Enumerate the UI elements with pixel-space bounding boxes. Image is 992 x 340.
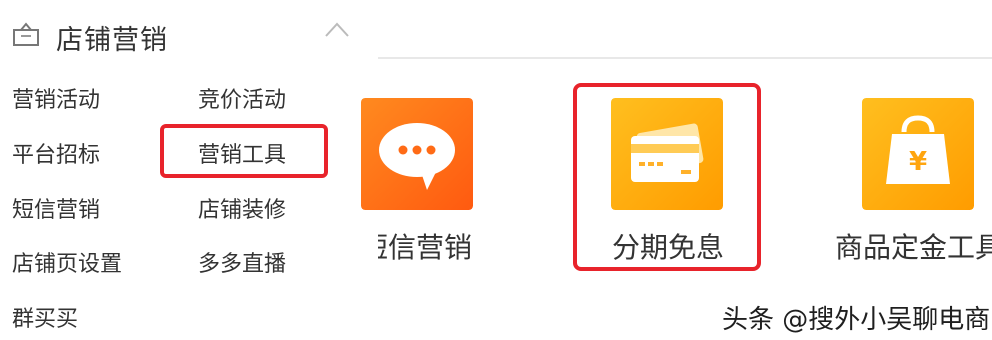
sidebar-item-sms-marketing[interactable]: 短信营销 [12, 192, 100, 224]
sidebar-item-bidding-activities[interactable]: 竞价活动 [198, 82, 286, 114]
divider [378, 57, 992, 59]
sidebar-item-marketing-tools[interactable]: 营销工具 [198, 137, 286, 169]
tool-label-installment-interest-free: 分期免息 [612, 231, 725, 264]
chat-bubble-icon [361, 98, 473, 210]
sidebar-item-store-decoration[interactable]: 店铺装修 [198, 192, 286, 224]
credit-card-icon [611, 98, 723, 210]
section-header[interactable]: 店铺营销 [10, 14, 360, 56]
sidebar: 店铺营销 营销活动 竞价活动 平台招标 营销工具 短信营销 店铺装修 店铺页设置… [0, 0, 370, 340]
store-icon [13, 22, 39, 46]
sidebar-item-store-page-settings[interactable]: 店铺页设置 [12, 246, 122, 278]
section-title: 店铺营销 [56, 25, 168, 56]
watermark: 头条 @搜外小吴聊电商 [722, 305, 991, 335]
shopping-bag-icon: ¥ [862, 98, 974, 210]
tool-label-clip: 短信营销 [378, 226, 478, 266]
sidebar-item-group-buy[interactable]: 群买买 [12, 301, 78, 333]
sidebar-item-platform-tender[interactable]: 平台招标 [12, 137, 100, 169]
svg-text:¥: ¥ [909, 147, 927, 177]
sidebar-item-duoduo-live[interactable]: 多多直播 [198, 246, 286, 278]
tool-label-sms-marketing: 短信营销 [378, 231, 473, 264]
tool-label-product-deposit: 商品定金工具 [835, 231, 992, 264]
chevron-up-icon[interactable] [324, 20, 350, 38]
sidebar-item-marketing-activities[interactable]: 营销活动 [12, 82, 100, 114]
